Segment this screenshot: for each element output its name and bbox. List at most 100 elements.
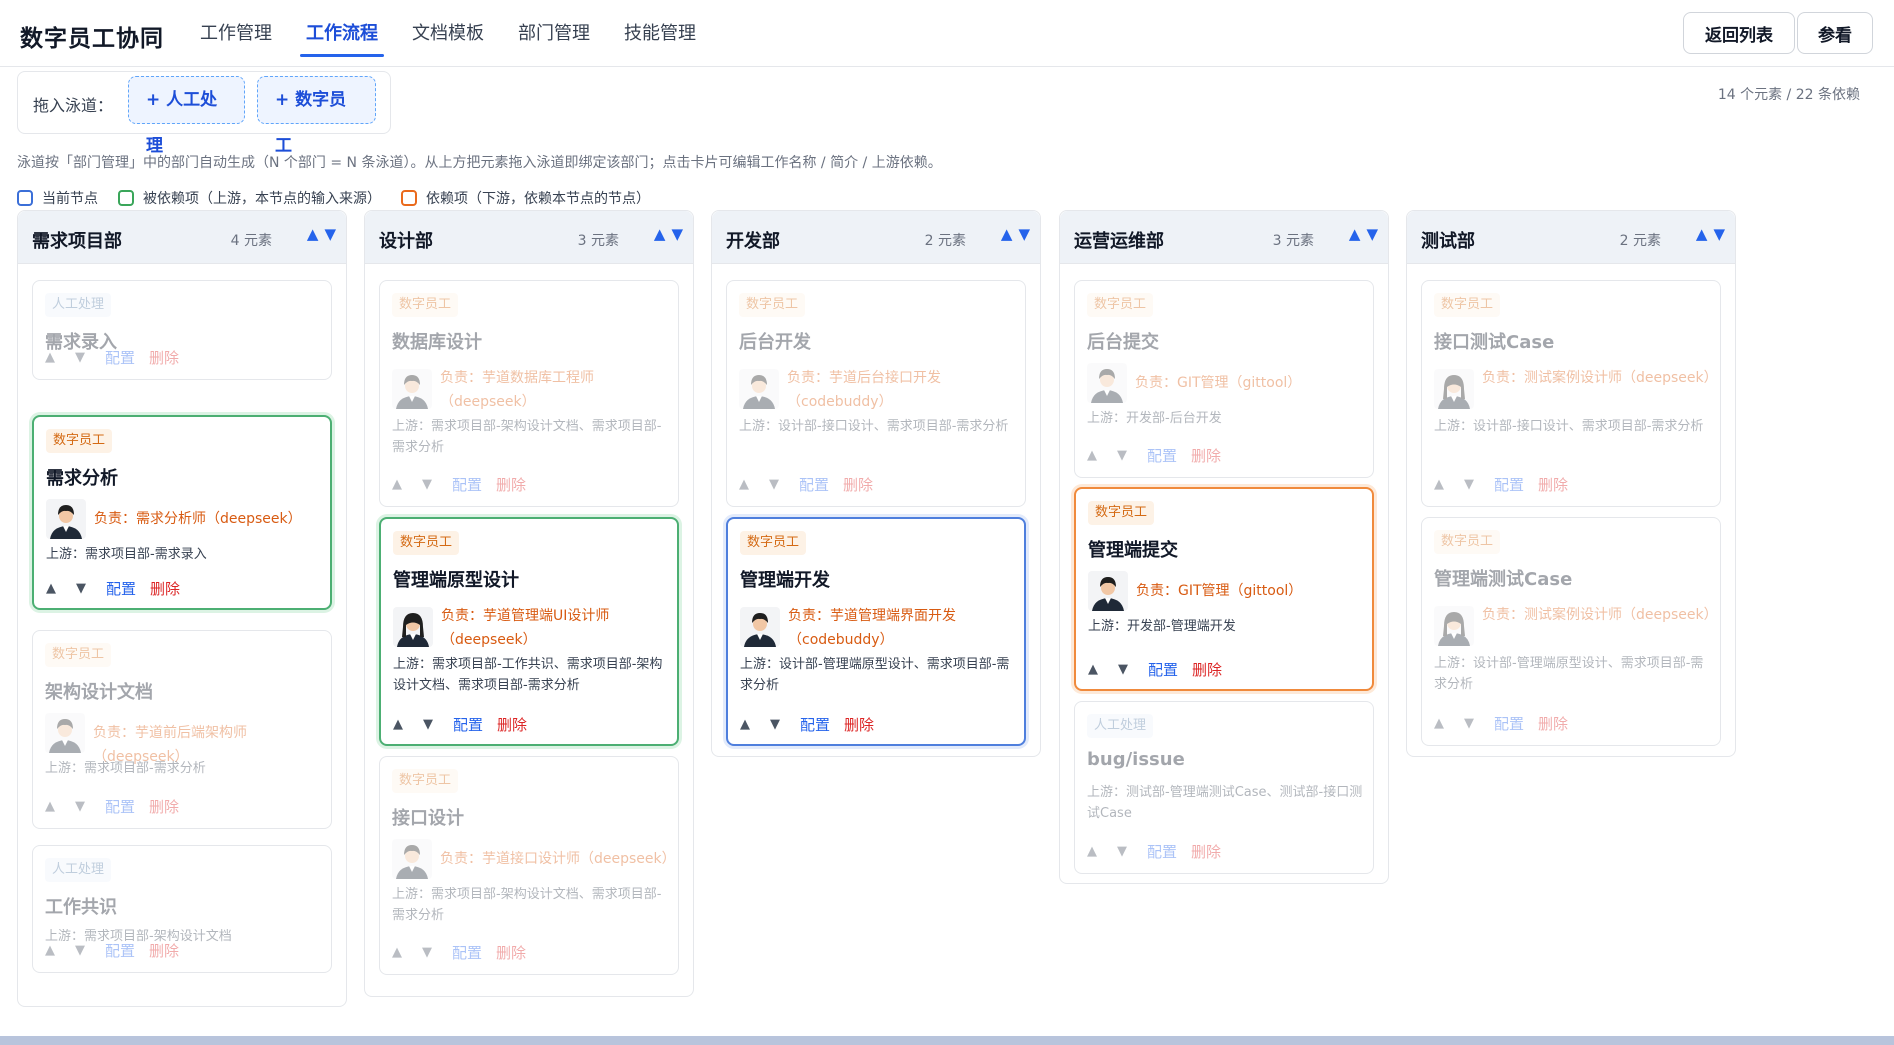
configure-button[interactable]: 配置 (452, 474, 482, 495)
delete-button[interactable]: 删除 (497, 714, 527, 735)
move-lane-up-icon[interactable]: ▲ (654, 225, 666, 243)
nav-skill-management[interactable]: 技能管理 (607, 0, 713, 67)
configure-button[interactable]: 配置 (105, 796, 135, 817)
delete-button[interactable]: 删除 (1191, 445, 1221, 466)
workflow-card[interactable]: 数字员工 接口设计 负责：芋道接口设计师（deepseek） 上游：需求项目部-架构设… (379, 756, 679, 975)
delete-button[interactable]: 删除 (1191, 841, 1221, 862)
workflow-card[interactable]: 数字员工 管理端开发 负责：芋道管理端界面开发（codebuddy） 上游：设计部-管… (726, 517, 1026, 746)
card-title: 后台提交 (1087, 332, 1159, 353)
configure-button[interactable]: 配置 (452, 942, 482, 963)
move-card-up-icon[interactable]: ▲ (1088, 662, 1098, 677)
move-lane-up-icon[interactable]: ▲ (1696, 225, 1708, 243)
move-lane-up-icon[interactable]: ▲ (307, 225, 319, 243)
delete-button[interactable]: 删除 (1538, 713, 1568, 734)
delete-button[interactable]: 删除 (496, 474, 526, 495)
move-card-down-icon[interactable]: ▼ (1464, 716, 1474, 731)
workflow-card[interactable]: 人工处理 bug/issue 上游：测试部-管理端测试Case、测试部-接口测试Ca… (1074, 701, 1374, 874)
move-lane-down-icon[interactable]: ▼ (324, 225, 336, 243)
delete-button[interactable]: 删除 (1538, 474, 1568, 495)
move-card-up-icon[interactable]: ▲ (739, 477, 749, 492)
move-card-up-icon[interactable]: ▲ (45, 350, 55, 365)
move-card-up-icon[interactable]: ▲ (740, 717, 750, 732)
move-card-down-icon[interactable]: ▼ (423, 717, 433, 732)
move-card-down-icon[interactable]: ▼ (75, 350, 85, 365)
workflow-card[interactable]: 数字员工 后台开发 负责：芋道后台接口开发（codebuddy） 上游：设计部-接口设… (726, 280, 1026, 507)
delete-button[interactable]: 删除 (149, 347, 179, 368)
workflow-card[interactable]: 数字员工 管理端测试Case 负责：测试案例设计师（deepseek） 上游：设计部-… (1421, 517, 1721, 746)
workflow-card[interactable]: 人工处理 工作共识 上游：需求项目部-架构设计文档 ▲ ▼ 配置 删除 (32, 845, 332, 973)
add-human-chip[interactable]: + 人工处理 (128, 76, 245, 156)
configure-button[interactable]: 配置 (105, 347, 135, 368)
configure-button[interactable]: 配置 (106, 578, 136, 599)
card-type-tag: 数字员工 (1434, 293, 1501, 317)
move-lane-up-icon[interactable]: ▲ (1001, 225, 1013, 243)
move-lane-up-icon[interactable]: ▲ (1349, 225, 1361, 243)
configure-button[interactable]: 配置 (453, 714, 483, 735)
move-card-down-icon[interactable]: ▼ (422, 477, 432, 492)
move-card-up-icon[interactable]: ▲ (45, 943, 55, 958)
move-lane-down-icon[interactable]: ▼ (1713, 225, 1725, 243)
workflow-card[interactable]: 数字员工 后台提交 负责：GIT管理（gittool） 上游：开发部-后台开发 ▲ ▼ 配置… (1074, 280, 1374, 478)
move-card-down-icon[interactable]: ▼ (770, 717, 780, 732)
move-card-down-icon[interactable]: ▼ (1118, 662, 1128, 677)
configure-button[interactable]: 配置 (1147, 841, 1177, 862)
move-lane-down-icon[interactable]: ▼ (671, 225, 683, 243)
nav-work-management[interactable]: 工作管理 (183, 0, 289, 67)
move-card-up-icon[interactable]: ▲ (1087, 448, 1097, 463)
move-card-down-icon[interactable]: ▼ (1117, 844, 1127, 859)
card-title: 管理端开发 (740, 570, 830, 591)
legend-upstream: 被依赖项（上游，本节点的输入来源） (118, 188, 381, 208)
workflow-card[interactable]: 数字员工 接口测试Case 负责：测试案例设计师（deepseek） 上游：设计部-接… (1421, 280, 1721, 507)
card-title: 接口测试Case (1434, 332, 1555, 353)
card-upstream: 上游：需求项目部-需求录入 (46, 547, 207, 562)
delete-button[interactable]: 删除 (843, 474, 873, 495)
workflow-card[interactable]: 数字员工 需求分析 负责：需求分析师（deepseek） 上游：需求项目部-需求录入 ▲… (32, 415, 332, 610)
card-actions: ▲ ▼ 配置 删除 (392, 942, 526, 963)
configure-button[interactable]: 配置 (105, 940, 135, 961)
move-card-up-icon[interactable]: ▲ (392, 477, 402, 492)
configure-button[interactable]: 配置 (1494, 713, 1524, 734)
move-card-up-icon[interactable]: ▲ (392, 945, 402, 960)
workflow-card[interactable]: 数字员工 管理端提交 负责：GIT管理（gittool） 上游：开发部-管理端开发 ▲ ▼… (1074, 487, 1374, 691)
nav-department-management[interactable]: 部门管理 (501, 0, 607, 67)
move-card-down-icon[interactable]: ▼ (1117, 448, 1127, 463)
workflow-card[interactable]: 人工处理 需求录入 ▲ ▼ 配置 删除 (32, 280, 332, 380)
delete-button[interactable]: 删除 (1192, 659, 1222, 680)
add-digital-employee-chip[interactable]: + 数字员工 (257, 76, 376, 156)
nav-doc-templates[interactable]: 文档模板 (395, 0, 501, 67)
workflow-card[interactable]: 数字员工 数据库设计 负责：芋道数据库工程师（deepseek） 上游：需求项目部-架… (379, 280, 679, 507)
workflow-card[interactable]: 数字员工 管理端原型设计 负责：芋道管理端UI设计师（deepseek） 上游：需求项… (379, 517, 679, 746)
delete-button[interactable]: 删除 (844, 714, 874, 735)
configure-button[interactable]: 配置 (1148, 659, 1178, 680)
move-card-down-icon[interactable]: ▼ (75, 799, 85, 814)
configure-button[interactable]: 配置 (799, 474, 829, 495)
nav-workflow[interactable]: 工作流程 (289, 0, 395, 67)
delete-button[interactable]: 删除 (150, 578, 180, 599)
move-card-up-icon[interactable]: ▲ (45, 799, 55, 814)
view-button[interactable]: 参看 (1797, 12, 1873, 54)
configure-button[interactable]: 配置 (1147, 445, 1177, 466)
move-card-up-icon[interactable]: ▲ (1087, 844, 1097, 859)
delete-button[interactable]: 删除 (149, 796, 179, 817)
move-card-up-icon[interactable]: ▲ (1434, 477, 1444, 492)
move-lane-down-icon[interactable]: ▼ (1366, 225, 1378, 243)
lane-hint: 泳道按「部门管理」中的部门自动生成（N 个部门 = N 条泳道）。从上方把元素拖… (17, 155, 942, 171)
card-title: bug/issue (1087, 749, 1185, 770)
move-card-up-icon[interactable]: ▲ (1434, 716, 1444, 731)
delete-button[interactable]: 删除 (496, 942, 526, 963)
move-card-down-icon[interactable]: ▼ (422, 945, 432, 960)
lane-title: 设计部 (379, 231, 433, 252)
workflow-card[interactable]: 数字员工 架构设计文档 负责：芋道前后端架构师（deepseek） 上游：需求项目部-… (32, 630, 332, 829)
move-card-up-icon[interactable]: ▲ (393, 717, 403, 732)
lane-header: 设计部 3 元素 ▲ ▼ (365, 211, 693, 264)
configure-button[interactable]: 配置 (1494, 474, 1524, 495)
move-card-down-icon[interactable]: ▼ (76, 581, 86, 596)
delete-button[interactable]: 删除 (149, 940, 179, 961)
move-lane-down-icon[interactable]: ▼ (1018, 225, 1030, 243)
move-card-down-icon[interactable]: ▼ (1464, 477, 1474, 492)
configure-button[interactable]: 配置 (800, 714, 830, 735)
back-to-list-button[interactable]: 返回列表 (1683, 12, 1795, 54)
move-card-up-icon[interactable]: ▲ (46, 581, 56, 596)
move-card-down-icon[interactable]: ▼ (769, 477, 779, 492)
move-card-down-icon[interactable]: ▼ (75, 943, 85, 958)
